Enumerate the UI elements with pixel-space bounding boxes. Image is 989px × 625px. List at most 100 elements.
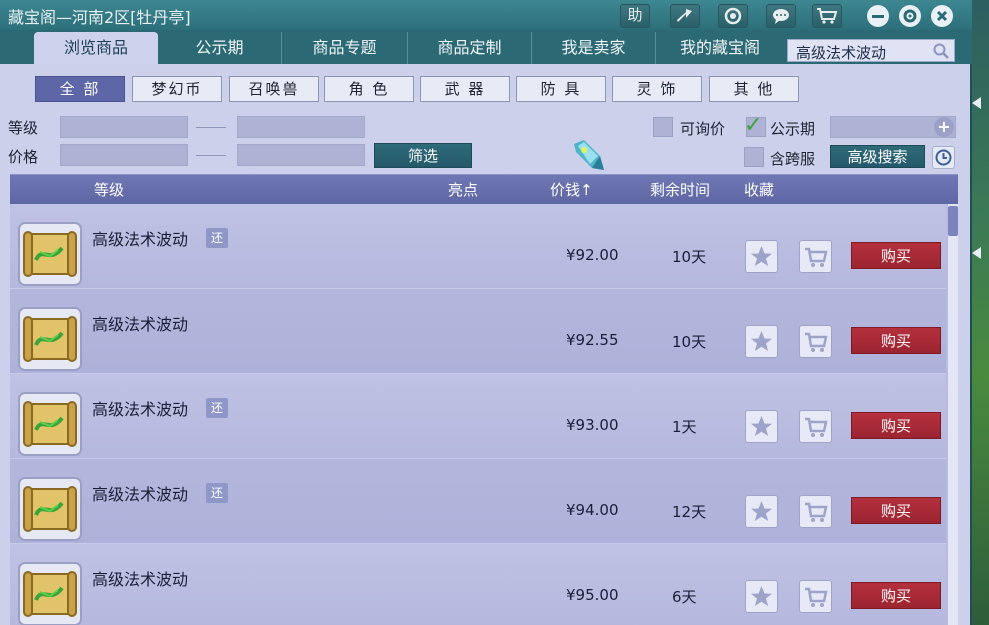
- tab-public[interactable]: 公示期: [158, 32, 282, 64]
- return-badge: 还: [206, 228, 228, 248]
- tab-topics[interactable]: 商品专题: [282, 32, 408, 64]
- inquiry-label: 可询价: [680, 120, 726, 138]
- advanced-search-button[interactable]: 高级搜索: [830, 145, 925, 168]
- category-other[interactable]: 其 他: [709, 76, 799, 102]
- star-icon: [751, 246, 772, 266]
- cart-icon: [805, 587, 828, 607]
- scroll-item-icon[interactable]: [18, 477, 82, 541]
- filter-button[interactable]: 筛选: [374, 143, 472, 168]
- share-icon: [677, 9, 692, 22]
- scroll-arrow-icon[interactable]: [972, 97, 981, 109]
- share-button[interactable]: [670, 4, 700, 28]
- tab-my-pavilion[interactable]: 我的藏宝阁: [656, 32, 784, 64]
- add-to-cart-button[interactable]: [799, 495, 832, 528]
- favorite-button[interactable]: [745, 580, 778, 613]
- title-bar[interactable]: 藏宝阁—河南2区[牡丹亭] 助: [0, 0, 972, 30]
- add-to-cart-button[interactable]: [799, 325, 832, 358]
- scrollbar[interactable]: [948, 204, 958, 625]
- scroll-icon: [23, 231, 77, 277]
- category-all[interactable]: 全 部: [35, 76, 125, 102]
- table-row[interactable]: 高级法术波动 ¥92.55 10天 购买: [10, 289, 946, 374]
- cross-server-checkbox[interactable]: [744, 147, 764, 167]
- search-icon[interactable]: [932, 42, 950, 60]
- search-input[interactable]: 高级法术波动: [787, 39, 955, 62]
- col-highlight[interactable]: 亮点: [448, 179, 478, 200]
- item-price: ¥92.55: [566, 331, 619, 349]
- price-max-input[interactable]: [237, 144, 365, 166]
- level-filter-label: 等级: [8, 119, 39, 137]
- category-accessories[interactable]: 灵 饰: [612, 76, 702, 102]
- scroll-item-icon[interactable]: [18, 307, 82, 371]
- remaining-time: 1天: [672, 418, 697, 436]
- scroll-item-icon[interactable]: [18, 562, 82, 625]
- table-row[interactable]: 高级法术波动 还 ¥94.00 12天 购买: [10, 459, 946, 544]
- scroll-icon: [23, 401, 77, 447]
- gear-icon: [903, 9, 917, 23]
- category-pets[interactable]: 召唤兽: [229, 76, 319, 102]
- public-period-label: 公示期: [770, 120, 816, 138]
- tab-custom[interactable]: 商品定制: [408, 32, 532, 64]
- col-favorite[interactable]: 收藏: [744, 179, 774, 200]
- item-name: 高级法术波动: [92, 400, 189, 419]
- favorite-button[interactable]: [745, 495, 778, 528]
- cart-icon: [805, 417, 828, 437]
- col-remaining[interactable]: 剩余时间: [650, 179, 710, 200]
- price-min-input[interactable]: [60, 144, 188, 166]
- cart-button[interactable]: [812, 4, 842, 28]
- help-label: 助: [627, 6, 643, 24]
- buy-button[interactable]: 购买: [851, 327, 941, 354]
- range-dash: [196, 127, 226, 128]
- star-icon: [751, 416, 772, 436]
- search-value: 高级法术波动: [796, 44, 887, 62]
- buy-button[interactable]: 购买: [851, 242, 941, 269]
- table-row[interactable]: 高级法术波动 还 ¥92.00 10天 购买: [10, 204, 946, 289]
- tab-browse[interactable]: 浏览商品: [34, 32, 158, 64]
- table-header: 等级 亮点 价钱↑ 剩余时间 收藏: [10, 174, 958, 204]
- buy-button[interactable]: 购买: [851, 582, 941, 609]
- item-name: 高级法术波动: [92, 485, 189, 504]
- scroll-icon: [23, 571, 77, 617]
- col-price[interactable]: 价钱↑: [550, 179, 593, 200]
- scroll-arrow-icon[interactable]: [972, 247, 981, 259]
- tab-seller[interactable]: 我是卖家: [532, 32, 656, 64]
- level-max-input[interactable]: [237, 116, 365, 138]
- scroll-item-icon[interactable]: [18, 222, 82, 286]
- add-to-cart-button[interactable]: [799, 240, 832, 273]
- item-price: ¥92.00: [566, 246, 619, 264]
- add-to-cart-button[interactable]: [799, 410, 832, 443]
- record-button[interactable]: [718, 4, 748, 28]
- scroll-item-icon[interactable]: [18, 392, 82, 456]
- category-weapons[interactable]: 武 器: [420, 76, 510, 102]
- item-name: 高级法术波动: [92, 230, 189, 249]
- close-button[interactable]: [931, 5, 953, 27]
- minimize-button[interactable]: [867, 5, 889, 27]
- checkmark-icon: ✓: [744, 113, 763, 138]
- col-level[interactable]: 等级: [94, 179, 124, 200]
- buy-button[interactable]: 购买: [851, 497, 941, 524]
- table-row[interactable]: 高级法术波动 还 ¥93.00 1天 购买: [10, 374, 946, 459]
- item-name: 高级法术波动: [92, 570, 189, 589]
- star-icon: [751, 331, 772, 351]
- inquiry-checkbox[interactable]: [653, 117, 673, 137]
- favorite-button[interactable]: [745, 410, 778, 443]
- table-row[interactable]: 高级法术波动 ¥95.00 6天 购买: [10, 544, 946, 625]
- help-button[interactable]: 助: [620, 4, 650, 28]
- favorite-button[interactable]: [745, 240, 778, 273]
- item-name: 高级法术波动: [92, 315, 189, 334]
- cart-icon: [805, 502, 828, 522]
- favorite-button[interactable]: [745, 325, 778, 358]
- record-icon: [724, 7, 742, 25]
- history-button[interactable]: [932, 146, 955, 169]
- item-price: ¥93.00: [566, 416, 619, 434]
- settings-button[interactable]: [899, 5, 921, 27]
- category-currency[interactable]: 梦幻币: [132, 76, 222, 102]
- category-characters[interactable]: 角 色: [324, 76, 414, 102]
- level-min-input[interactable]: [60, 116, 188, 138]
- scroll-thumb[interactable]: [948, 206, 958, 236]
- add-to-cart-button[interactable]: [799, 580, 832, 613]
- category-armor[interactable]: 防 具: [516, 76, 606, 102]
- clock-icon: [935, 149, 952, 166]
- chat-button[interactable]: [766, 4, 796, 28]
- add-icon[interactable]: +: [934, 117, 954, 137]
- buy-button[interactable]: 购买: [851, 412, 941, 439]
